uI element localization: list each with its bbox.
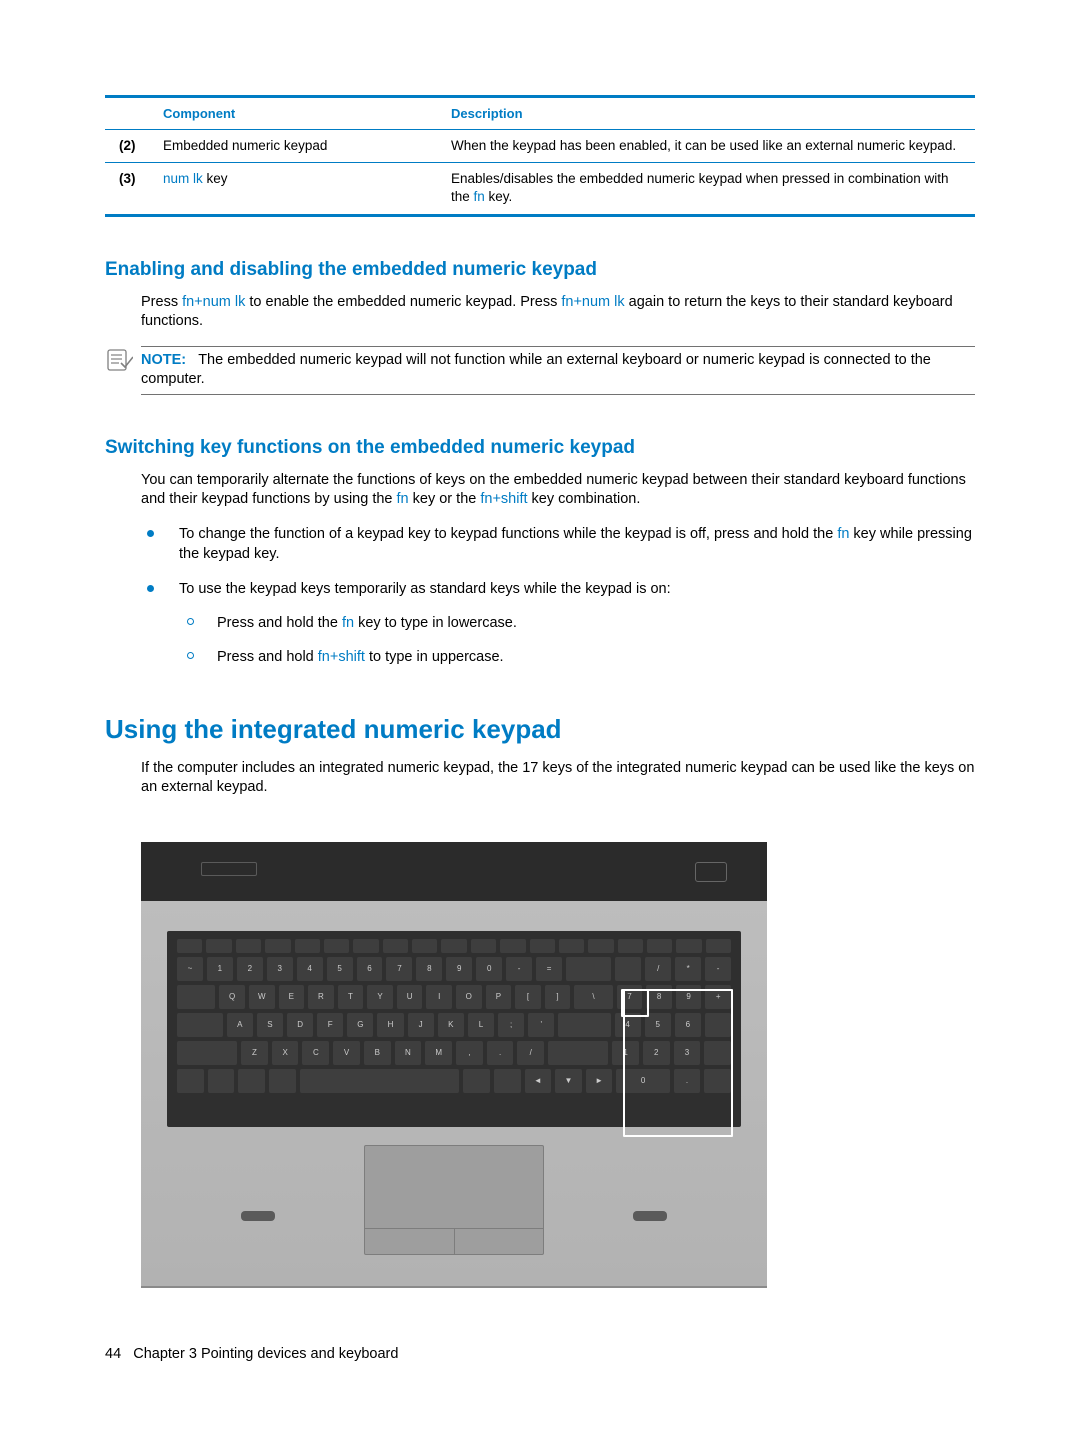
row-component: Embedded numeric keypad: [157, 130, 445, 163]
note-label: NOTE:: [141, 352, 186, 368]
note-block: NOTE: The embedded numeric keypad will n…: [141, 346, 975, 395]
sub-bullet-list: Press and hold the fn key to type in low…: [179, 613, 975, 668]
table-row: (3) num lk key Enables/disables the embe…: [105, 163, 975, 215]
row-description: Enables/disables the embedded numeric ke…: [445, 163, 975, 215]
note-icon: [107, 349, 133, 378]
list-item: To use the keypad keys temporarily as st…: [141, 579, 975, 668]
keyboard-illustration: ~1234567890-= /*- QWERTYUIOP[]\ 789+ ASD…: [167, 931, 741, 1127]
list-item: Press and hold the fn key to type in low…: [179, 613, 975, 633]
th-component: Component: [157, 97, 445, 130]
row-number: (3): [105, 163, 157, 215]
page-number: 44: [105, 1346, 121, 1362]
row-description: When the keypad has been enabled, it can…: [445, 130, 975, 163]
list-item: Press and hold fn+shift to type in upper…: [179, 647, 975, 667]
paragraph: You can temporarily alternate the functi…: [141, 471, 975, 510]
list-item: To change the function of a keypad key t…: [141, 524, 975, 565]
heading-enable-disable: Enabling and disabling the embedded nume…: [105, 259, 975, 281]
row-component: num lk key: [157, 163, 445, 215]
row-number: (2): [105, 130, 157, 163]
keyboard-figure: 1 2 ~1234567890-= /*-: [141, 842, 767, 1288]
paragraph: If the computer includes an integrated n…: [141, 759, 975, 798]
table-row: (2) Embedded numeric keypad When the key…: [105, 130, 975, 163]
component-table: Component Description (2) Embedded numer…: [105, 95, 975, 217]
heading-integrated-keypad: Using the integrated numeric keypad: [105, 714, 975, 745]
bullet-list: To change the function of a keypad key t…: [141, 524, 975, 667]
th-description: Description: [445, 97, 975, 130]
paragraph: Press fn+num lk to enable the embedded n…: [141, 293, 975, 332]
note-text: The embedded numeric keypad will not fun…: [141, 352, 931, 388]
touchpad-illustration: [364, 1145, 544, 1255]
list-item-lead: To use the keypad keys temporarily as st…: [179, 581, 671, 597]
page-footer: 44 Chapter 3 Pointing devices and keyboa…: [105, 1346, 398, 1362]
chapter-title: Chapter 3 Pointing devices and keyboard: [133, 1346, 398, 1362]
laptop-illustration: ~1234567890-= /*- QWERTYUIOP[]\ 789+ ASD…: [141, 842, 767, 1288]
heading-switching: Switching key functions on the embedded …: [105, 437, 975, 459]
